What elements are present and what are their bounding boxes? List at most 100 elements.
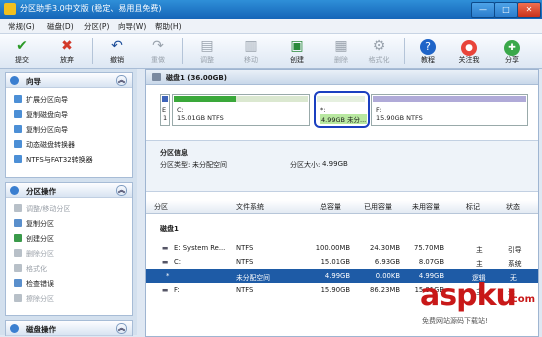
wizard-item-icon <box>14 140 22 148</box>
wizard-item-icon <box>14 125 22 133</box>
col-partition[interactable]: 分区 <box>154 202 168 212</box>
disk-icon <box>152 73 161 81</box>
disk-segment-c[interactable]: C: 15.01GB NTFS <box>172 94 310 126</box>
disk-segment-f[interactable]: F: 15.90GB NTFS <box>371 94 528 126</box>
sidebar-item-create-partition[interactable]: 创建分区 <box>14 234 54 246</box>
wizard-item-icon <box>14 95 22 103</box>
table-row[interactable]: ▬ C: NTFS 15.01GB 6.93GB 8.07GB 主 系统 <box>146 255 538 269</box>
sidebar-item-dynamic-disk[interactable]: 动态磁盘转换器 <box>14 140 75 152</box>
partition-type-value: 未分配空间 <box>192 161 227 169</box>
partition-size-value: 4.99GB <box>322 160 348 168</box>
delete-partition-icon: ▦ <box>334 38 348 54</box>
disk-map: E 1 C: 15.01GB NTFS *: 4.99GB 未分... F: 1… <box>156 90 528 128</box>
menu-help[interactable]: 帮助(H) <box>155 21 182 32</box>
toolbar-separator <box>92 38 93 64</box>
sidebar-item-format[interactable]: 格式化 <box>14 264 47 276</box>
col-flag[interactable]: 标记 <box>466 202 480 212</box>
submit-button[interactable]: ✔ 提交 <box>7 36 37 66</box>
app-icon <box>4 3 16 15</box>
aspku-watermark: aspku .com 免费网站源码下载站! <box>420 278 542 335</box>
title-bar: 分区助手3.0中文版 (稳定、易用且免费) — □ ✕ <box>0 0 542 19</box>
adjust-button[interactable]: ▤ 调整 <box>192 36 222 66</box>
sidebar-item-resize-move[interactable]: 调整/移动分区 <box>14 204 70 216</box>
move-disk-icon: ▥ <box>244 38 258 54</box>
sidebar: 向导 ︽ 扩展分区向导 复制磁盘向导 复制分区向导 动态磁盘转换器 NTFS与F… <box>0 69 137 336</box>
sidebar-item-copy-disk[interactable]: 复制磁盘向导 <box>14 110 68 122</box>
partition-info: 分区信息 分区类型: 未分配空间 分区大小: 4.99GB <box>146 140 538 192</box>
sidebar-item-copy-partition-op[interactable]: 复制分区 <box>14 219 54 231</box>
toolbar: ✔ 提交 ✖ 放弃 ↶ 撤销 ↷ 重做 ▤ 调整 ▥ 移动 ▣ 创建 ▦ 删除 … <box>0 34 542 69</box>
watermark-brand: aspku <box>420 278 517 313</box>
partition-ops-icon <box>10 186 19 195</box>
share-button[interactable]: ✚ 分享 <box>497 36 527 66</box>
create-icon <box>14 234 22 242</box>
share-icon: ✚ <box>497 36 527 56</box>
window-title: 分区助手3.0中文版 (稳定、易用且免费) <box>20 4 162 13</box>
collapse-icon[interactable]: ︽ <box>116 185 127 196</box>
menu-bar: 常规(G) 磁盘(D) 分区(P) 向导(W) 帮助(H) <box>0 19 542 34</box>
disk-ops-header[interactable]: 磁盘操作 ︽ <box>6 321 132 336</box>
close-button[interactable]: ✕ <box>517 2 541 18</box>
sidebar-item-check-errors[interactable]: 检查错误 <box>14 279 54 291</box>
partition-ops-header[interactable]: 分区操作 ︽ <box>6 183 132 198</box>
minimize-button[interactable]: — <box>471 2 495 18</box>
drive-icon: ▬ <box>162 286 169 294</box>
wipe-icon <box>14 294 22 302</box>
col-free[interactable]: 未用容量 <box>412 202 440 212</box>
sidebar-item-extend-wizard[interactable]: 扩展分区向导 <box>14 95 68 107</box>
col-total[interactable]: 总容量 <box>320 202 341 212</box>
disk-segment-e[interactable]: E 1 <box>160 94 170 126</box>
col-filesystem[interactable]: 文件系统 <box>236 202 264 212</box>
wizard-panel-header[interactable]: 向导 ︽ <box>6 73 132 88</box>
wizard-item-icon <box>14 110 22 118</box>
disk-group-label: 磁盘1 <box>160 225 179 233</box>
disk-segment-unallocated[interactable]: *: 4.99GB 未分... <box>314 91 370 128</box>
sidebar-item-delete-partition[interactable]: 删除分区 <box>14 249 54 261</box>
discard-button[interactable]: ✖ 放弃 <box>52 36 82 66</box>
col-used[interactable]: 已用容量 <box>364 202 392 212</box>
drive-icon: ▬ <box>162 244 169 252</box>
table-row[interactable]: ▬ E: System Re... NTFS 100.00MB 24.30MB … <box>146 241 538 255</box>
sidebar-item-copy-partition[interactable]: 复制分区向导 <box>14 125 68 137</box>
drive-icon: ▬ <box>162 258 169 266</box>
watermark-dotcom: .com <box>508 294 536 305</box>
maximize-button[interactable]: □ <box>494 2 518 18</box>
resize-disk-icon: ▤ <box>200 38 214 54</box>
follow-button[interactable]: ● 关注我 <box>454 36 484 66</box>
wizard-icon <box>10 76 19 85</box>
undo-icon: ↶ <box>111 38 123 54</box>
create-button[interactable]: ▣ 创建 <box>282 36 312 66</box>
col-status[interactable]: 状态 <box>506 202 520 212</box>
tutorial-button[interactable]: ? 教程 <box>413 36 443 66</box>
toolbar-separator <box>182 38 183 64</box>
collapse-icon[interactable]: ︽ <box>116 75 127 86</box>
sidebar-item-ntfs-fat32[interactable]: NTFS与FAT32转换器 <box>14 155 93 167</box>
collapse-icon[interactable]: ︽ <box>116 323 127 334</box>
sidebar-item-wipe-partition[interactable]: 擦除分区 <box>14 294 54 306</box>
menu-disk[interactable]: 磁盘(D) <box>47 21 74 32</box>
check-icon <box>14 279 22 287</box>
move-button[interactable]: ▥ 移动 <box>236 36 266 66</box>
disk-label: 磁盘1 (36.00GB) <box>166 74 227 82</box>
partition-size-label: 分区大小: <box>290 161 321 169</box>
wizard-item-icon <box>14 155 22 163</box>
redo-button[interactable]: ↷ 重做 <box>143 36 173 66</box>
weibo-icon: ● <box>454 36 484 56</box>
delete-button[interactable]: ▦ 删除 <box>326 36 356 66</box>
create-partition-icon: ▣ <box>290 38 304 54</box>
menu-partition[interactable]: 分区(P) <box>84 21 109 32</box>
segment-used-fill <box>174 96 236 102</box>
disk-ops-icon <box>10 324 19 333</box>
partition-info-title: 分区信息 <box>160 149 188 157</box>
menu-general[interactable]: 常规(G) <box>8 21 35 32</box>
partition-type-label: 分区类型: <box>160 161 191 169</box>
format-icon: ⚙ <box>372 38 386 54</box>
table-header: 分区 文件系统 总容量 已用容量 未用容量 标记 状态 <box>146 200 538 214</box>
menu-wizard[interactable]: 向导(W) <box>118 21 146 32</box>
partition-ops-panel: 分区操作 ︽ 调整/移动分区 复制分区 创建分区 删除分区 格式化 检查错误 擦… <box>5 182 133 316</box>
checkmark-icon: ✔ <box>16 38 28 54</box>
copy-icon <box>14 219 22 227</box>
undo-button[interactable]: ↶ 撤销 <box>102 36 132 66</box>
format-button[interactable]: ⚙ 格式化 <box>364 36 394 66</box>
disk-ops-panel: 磁盘操作 ︽ <box>5 320 133 336</box>
